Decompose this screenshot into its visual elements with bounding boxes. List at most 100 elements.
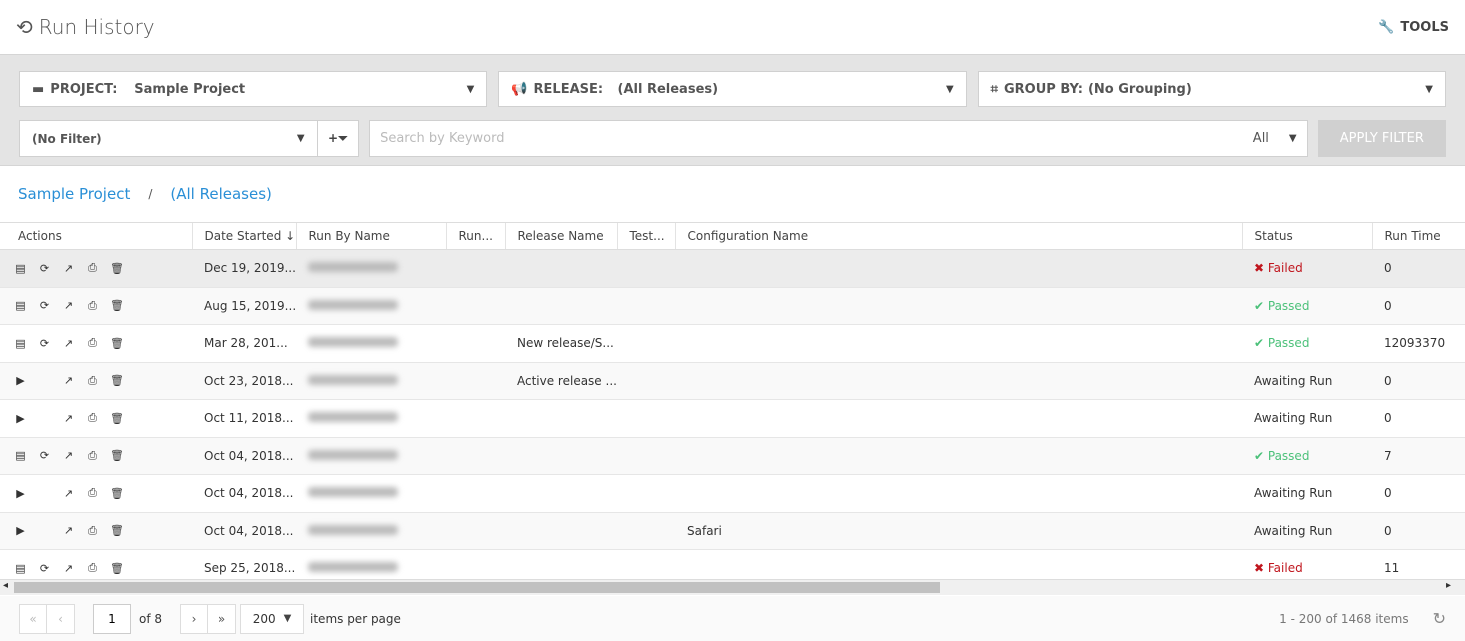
config-cell: [675, 287, 1242, 325]
horizontal-scrollbar[interactable]: ◂ ▸: [0, 579, 1465, 595]
release-cell: [505, 474, 617, 513]
view-icon[interactable]: ▤: [14, 337, 27, 350]
delete-icon[interactable]: 🗑: [110, 524, 124, 537]
table-row[interactable]: ▤ ⟳ ↗ ⎙ 🗑 Oct 04, 2018... ✔ Passed 7: [0, 437, 1465, 475]
chart-icon[interactable]: ↗: [62, 337, 75, 350]
add-filter-button[interactable]: +⏷: [317, 120, 360, 157]
blurred-name: [308, 412, 398, 423]
next-page-button[interactable]: ›: [180, 603, 209, 634]
breadcrumb-release[interactable]: (All Releases): [170, 185, 272, 203]
print-icon[interactable]: ⎙: [86, 299, 99, 313]
date-cell: Oct 04, 2018...: [192, 474, 296, 513]
column-header[interactable]: Run Time: [1371, 222, 1465, 250]
table-row[interactable]: ▶ ↗ ⎙ 🗑 Oct 11, 2018... Awaiting Run 0: [0, 399, 1465, 438]
run-by-cell: [296, 512, 446, 550]
scroll-right-icon[interactable]: ▸: [1446, 580, 1451, 591]
delete-icon[interactable]: 🗑: [110, 487, 124, 500]
column-header[interactable]: Test...: [616, 222, 675, 250]
rerun-icon[interactable]: ⟳: [38, 562, 51, 575]
run-by-cell: [296, 287, 446, 325]
scope-select[interactable]: All: [1253, 131, 1269, 146]
chart-icon[interactable]: ↗: [62, 487, 75, 500]
view-icon[interactable]: ▤: [14, 449, 27, 462]
table-row[interactable]: ▤ ⟳ ↗ ⎙ 🗑 Mar 28, 201... New release/S... ✔ …: [0, 324, 1465, 363]
table-row[interactable]: ▶ ↗ ⎙ 🗑 Oct 04, 2018... Awaiting Run 0: [0, 474, 1465, 513]
blurred-name: [308, 374, 398, 385]
search-input[interactable]: [380, 131, 1253, 146]
refresh-icon[interactable]: ↻: [1433, 609, 1446, 628]
column-header[interactable]: Date Started ↓: [191, 222, 296, 250]
failed-icon: ✖: [1254, 261, 1268, 276]
column-header[interactable]: Run By Name: [295, 222, 446, 250]
table-row[interactable]: ▶ ↗ ⎙ 🗑 Oct 04, 2018... Safari Awaiting Run…: [0, 512, 1465, 550]
delete-icon[interactable]: 🗑: [110, 449, 124, 462]
release-cell: [505, 512, 617, 550]
first-page-button[interactable]: «: [19, 603, 47, 634]
project-select[interactable]: ▬ PROJECT: Sample Project ▼: [19, 71, 488, 107]
config-cell: [675, 324, 1242, 363]
chart-icon[interactable]: ↗: [62, 412, 75, 425]
rerun-icon[interactable]: ⟳: [38, 262, 51, 275]
chart-icon[interactable]: ↗: [62, 524, 75, 537]
print-icon[interactable]: ⎙: [86, 336, 99, 350]
column-header[interactable]: Configuration Name: [674, 222, 1242, 250]
delete-icon[interactable]: 🗑: [110, 412, 124, 425]
rerun-icon[interactable]: ⟳: [38, 449, 51, 462]
chart-icon[interactable]: ↗: [62, 562, 75, 575]
test-cell: [617, 249, 675, 288]
page-input[interactable]: [93, 603, 131, 634]
saved-filter-select[interactable]: (No Filter) ▼: [19, 120, 318, 157]
column-header[interactable]: Run...: [445, 222, 505, 250]
table-row[interactable]: ▤ ⟳ ↗ ⎙ 🗑 Dec 19, 2019... ✖ Failed 0: [0, 249, 1465, 288]
apply-filter-button[interactable]: APPLY FILTER: [1317, 120, 1447, 157]
delete-icon[interactable]: 🗑: [110, 337, 124, 350]
view-icon[interactable]: ▤: [14, 299, 27, 312]
actions-cell: ▶ ↗ ⎙ 🗑: [0, 512, 192, 550]
last-page-button[interactable]: »: [208, 603, 237, 634]
table-row[interactable]: ▤ ⟳ ↗ ⎙ 🗑 Aug 15, 2019... ✔ Passed 0: [0, 287, 1465, 325]
page-size-select[interactable]: 200 ▼: [240, 603, 305, 634]
chart-icon[interactable]: ↗: [62, 299, 75, 312]
play-icon[interactable]: ▶: [14, 374, 27, 387]
table-row[interactable]: ▶ ↗ ⎙ 🗑 Oct 23, 2018... Active release ... …: [0, 362, 1465, 400]
delete-icon[interactable]: 🗑: [110, 262, 124, 275]
print-icon[interactable]: ⎙: [86, 411, 99, 425]
group-by-select[interactable]: ⌗ GROUP BY: (No Grouping) ▼: [977, 71, 1446, 107]
group-icon: ⌗: [990, 81, 998, 97]
play-icon[interactable]: ▶: [14, 524, 27, 537]
play-icon[interactable]: ▶: [14, 487, 27, 500]
config-cell: [675, 399, 1242, 438]
release-select[interactable]: 📢 RELEASE: (All Releases) ▼: [498, 71, 967, 107]
run-by-cell: [296, 474, 446, 513]
scroll-left-icon[interactable]: ◂: [3, 580, 8, 591]
config-cell: [675, 362, 1242, 400]
print-icon[interactable]: ⎙: [86, 486, 99, 500]
scrollbar-thumb[interactable]: [14, 582, 940, 593]
chart-icon[interactable]: ↗: [62, 374, 75, 387]
view-icon[interactable]: ▤: [14, 262, 27, 275]
chart-icon[interactable]: ↗: [62, 449, 75, 462]
actions-cell: ▶ ↗ ⎙ 🗑: [0, 474, 192, 513]
run-time-cell: 0: [1372, 474, 1465, 513]
print-icon[interactable]: ⎙: [86, 261, 99, 275]
delete-icon[interactable]: 🗑: [110, 374, 124, 387]
print-icon[interactable]: ⎙: [86, 524, 99, 538]
caret-down-icon[interactable]: ▼: [1289, 133, 1297, 144]
tools-button[interactable]: 🔧 TOOLS: [1378, 20, 1449, 35]
print-icon[interactable]: ⎙: [86, 449, 99, 463]
delete-icon[interactable]: 🗑: [110, 299, 124, 312]
print-icon[interactable]: ⎙: [86, 561, 99, 575]
prev-page-button[interactable]: ‹: [47, 603, 75, 634]
column-header[interactable]: Status: [1241, 222, 1372, 250]
delete-icon[interactable]: 🗑: [110, 562, 124, 575]
rerun-icon[interactable]: ⟳: [38, 337, 51, 350]
breadcrumb-project[interactable]: Sample Project: [18, 185, 130, 203]
play-icon[interactable]: ▶: [14, 412, 27, 425]
chart-icon[interactable]: ↗: [62, 262, 75, 275]
rerun-icon[interactable]: ⟳: [38, 299, 51, 312]
column-header[interactable]: Actions: [0, 222, 192, 250]
actions-cell: ▶ ↗ ⎙ 🗑: [0, 362, 192, 400]
column-header[interactable]: Release Name: [504, 222, 617, 250]
print-icon[interactable]: ⎙: [86, 374, 99, 388]
view-icon[interactable]: ▤: [14, 562, 27, 575]
